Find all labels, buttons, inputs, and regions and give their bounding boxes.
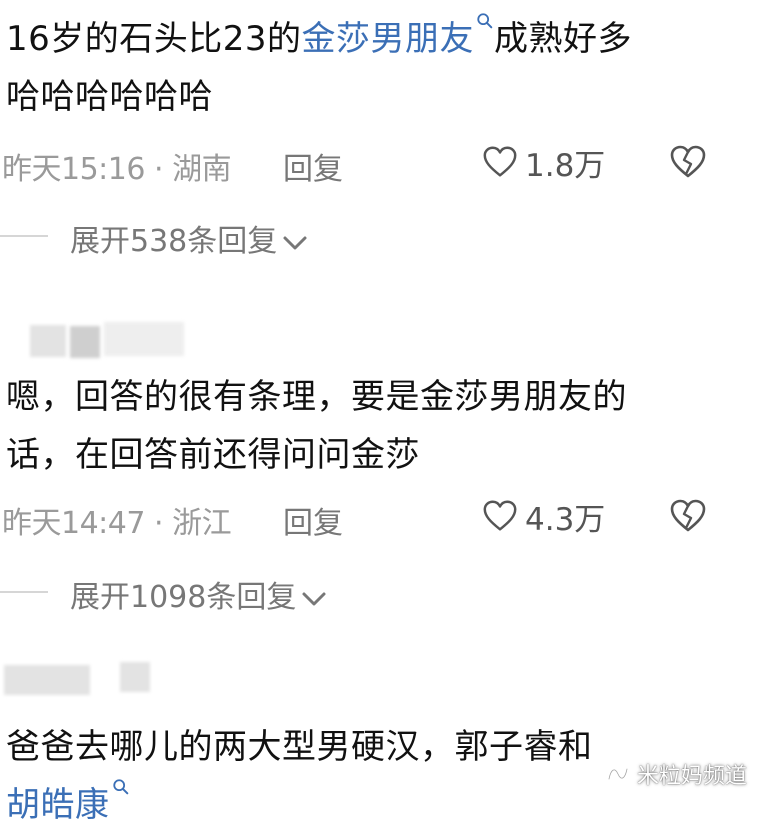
search-link-label: 胡皓康 — [6, 785, 110, 825]
username-blurred — [104, 322, 184, 356]
search-icon — [477, 13, 493, 29]
comment-text-segment: 话，在回答前还得问问金莎 — [6, 435, 420, 475]
avatar — [30, 325, 66, 357]
comment-item: 16岁的石头比23的金莎男朋友 成熟好多 哈哈哈哈哈哈 — [0, 10, 757, 126]
wechat-channel-icon — [607, 767, 629, 781]
comment-meta: 昨天15:16 · 湖南 回复 1.8万 — [0, 140, 757, 187]
comment-text-segment: 16岁的石头比23的 — [6, 19, 302, 59]
watermark-label: 米粒妈频道 — [636, 764, 747, 789]
comment-text-segment: 爸爸去哪儿的两大型男硬汉，郭子睿和 — [6, 727, 593, 767]
divider — [0, 591, 48, 593]
comment-text: 16岁的石头比23的金莎男朋友 成熟好多 哈哈哈哈哈哈 — [0, 10, 757, 126]
comment-text-segment: 成熟好多 — [494, 19, 633, 59]
comment-text: 嗯，回答的很有条理，要是金莎男朋友的 话，在回答前还得问问金莎 — [0, 368, 757, 484]
expand-replies[interactable]: 展开1098条回复 — [0, 570, 757, 616]
like-button[interactable]: 1.8万 — [481, 140, 605, 184]
broken-heart-icon[interactable] — [668, 496, 708, 536]
broken-heart-icon[interactable] — [668, 142, 708, 182]
avatar — [4, 665, 90, 695]
expand-replies[interactable]: 展开538条回复 — [0, 214, 757, 260]
watermark: 米粒妈频道 — [605, 758, 747, 790]
comment-text-segment: 嗯，回答的很有条理，要是金莎男朋友的 — [6, 377, 627, 417]
reply-button[interactable]: 回复 — [283, 144, 343, 188]
expand-replies-label-wrap: 展开1098条回复 — [70, 572, 328, 616]
expand-replies-label: 展开1098条回复 — [70, 580, 297, 615]
chevron-down-icon — [302, 592, 326, 605]
like-count: 1.8万 — [525, 147, 606, 184]
comment-item: 嗯，回答的很有条理，要是金莎男朋友的 话，在回答前还得问问金莎 — [0, 368, 757, 484]
comment-time-location: 昨天14:47 · 浙江 — [2, 506, 232, 541]
username-blurred — [120, 662, 150, 692]
comment-meta: 昨天14:47 · 浙江 回复 4.3万 — [0, 494, 757, 541]
search-link-label: 金莎男朋友 — [301, 19, 475, 59]
reply-button[interactable]: 回复 — [283, 498, 343, 542]
divider — [0, 235, 48, 237]
like-button[interactable]: 4.3万 — [481, 494, 605, 538]
like-count: 4.3万 — [525, 501, 606, 538]
comment-text-segment: 哈哈哈哈哈哈 — [6, 77, 213, 117]
comment-time-location: 昨天15:16 · 湖南 — [2, 152, 232, 187]
heart-outline-icon — [483, 146, 517, 177]
expand-replies-label: 展开538条回复 — [70, 224, 278, 259]
heart-outline-icon — [483, 500, 517, 531]
search-icon — [112, 779, 128, 795]
username-blurred — [70, 326, 100, 358]
chevron-down-icon — [283, 236, 307, 249]
search-link[interactable]: 胡皓康 — [6, 779, 130, 825]
search-link[interactable]: 金莎男朋友 — [301, 13, 495, 59]
expand-replies-label-wrap: 展开538条回复 — [70, 216, 309, 260]
